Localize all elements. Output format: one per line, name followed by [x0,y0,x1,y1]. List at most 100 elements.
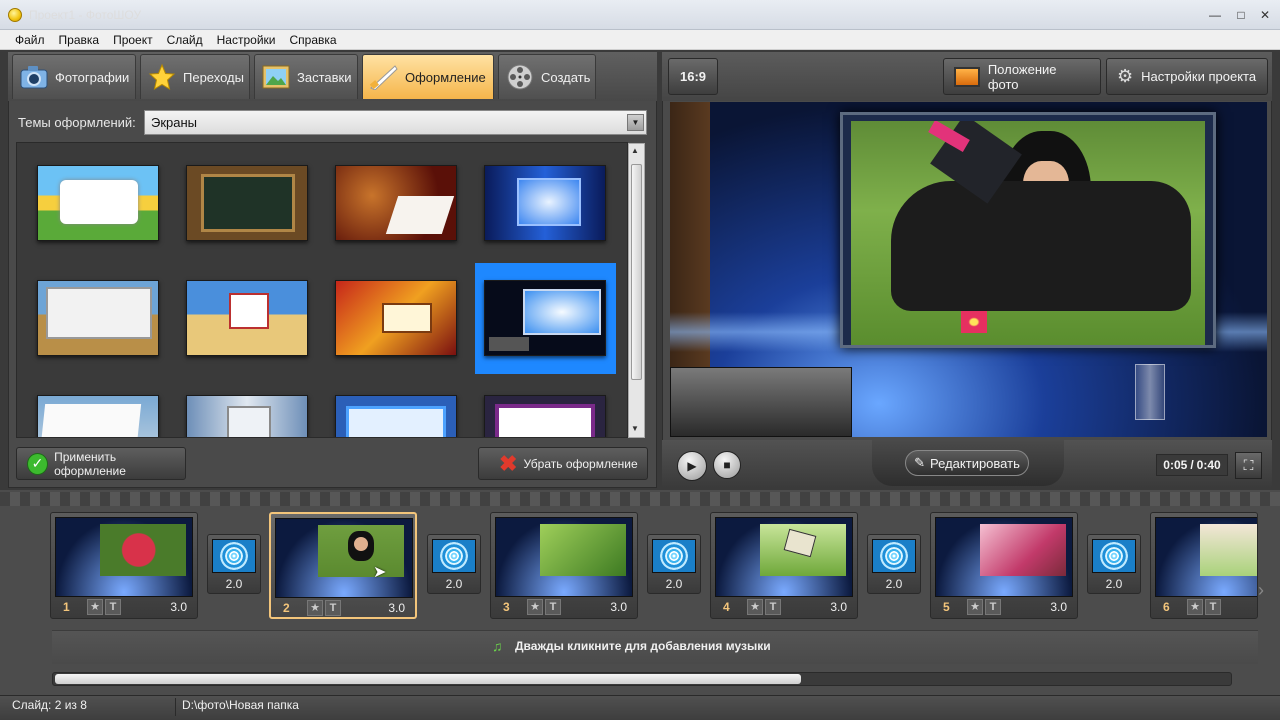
menu-settings[interactable]: Настройки [210,30,283,50]
theme-select[interactable]: Экраны ▼ [144,110,647,135]
text-icon[interactable]: T [105,599,121,615]
tab-transitions[interactable]: Переходы [140,54,250,99]
slide-thumbnail [935,517,1073,597]
transition-thumbnail [432,539,476,573]
theme-thumbnail[interactable] [37,165,159,241]
pencil-icon: ✎ [914,455,926,470]
photo-position-label: Положение фото [987,61,1057,92]
scrollbar-thumb[interactable] [55,674,801,684]
scroll-down-icon[interactable]: ▼ [631,424,639,433]
theme-thumbnail[interactable] [335,165,457,241]
menu-project[interactable]: Проект [106,30,160,50]
timeline-transition[interactable]: 2.0 [207,534,261,594]
theme-thumbnail[interactable] [186,165,308,241]
theme-select-value: Экраны [151,115,198,130]
timeline-slide[interactable]: 3 ★ T 3.0 [490,512,638,619]
theme-thumbnail[interactable] [484,395,606,437]
theme-thumbnail[interactable] [186,280,308,356]
tab-photos-label: Фотографии [55,69,130,85]
window-title: Проект1 - ФотоШОУ [29,8,142,22]
chevron-down-icon[interactable]: ▼ [627,114,644,131]
tab-create[interactable]: Создать [498,54,596,99]
slide-thumbnail [275,518,413,598]
transition-duration: 2.0 [225,577,243,591]
star-icon[interactable]: ★ [747,599,763,615]
transition-thumbnail [1092,539,1136,573]
timeline-slide[interactable]: 1 ★ T 3.0 [50,512,198,619]
timeline-transition[interactable]: 2.0 [427,534,481,594]
time-separator: / [1190,458,1194,472]
menu-help[interactable]: Справка [282,30,343,50]
transition-duration: 2.0 [445,577,463,591]
star-icon[interactable]: ★ [527,599,543,615]
star-icon[interactable]: ★ [87,599,103,615]
text-icon[interactable]: T [545,599,561,615]
aspect-ratio-button[interactable]: 16:9 [668,58,718,95]
star-icon[interactable]: ★ [307,600,323,616]
star-icon[interactable]: ★ [1187,599,1203,615]
aspect-ratio-label: 16:9 [679,69,707,84]
text-icon[interactable]: T [1205,599,1221,615]
edit-button[interactable]: ✎ Редактировать [905,450,1029,476]
film-reel-icon [505,62,535,92]
theme-thumbnail[interactable] [186,395,308,437]
remove-design-label: Убрать оформление [523,456,638,471]
tab-design[interactable]: Оформление [362,54,494,99]
star-icon[interactable]: ★ [967,599,983,615]
tab-intros-label: Заставки [297,69,352,85]
timeline-slide[interactable]: 5 ★ T 3.0 [930,512,1078,619]
title-bar [0,0,1280,30]
music-note-icon: ♫ [492,638,503,654]
apply-design-button[interactable]: ✓ Применить оформление [16,447,186,480]
menu-bar: Файл Правка Проект Слайд Настройки Справ… [0,30,1280,50]
apply-design-label: Применить оформление [54,449,126,478]
star-icon [147,62,177,92]
timeline-transition[interactable]: 2.0 [1087,534,1141,594]
timeline-transition[interactable]: 2.0 [867,534,921,594]
slide-duration: 3.0 [388,601,405,615]
text-icon[interactable]: T [325,600,341,616]
timeline-slide[interactable]: 4 ★ T 3.0 [710,512,858,619]
close-button[interactable]: ✕ [1254,6,1276,24]
theme-thumbnail[interactable] [335,280,457,356]
timeline-slide[interactable]: 6 ★ T [1150,512,1258,619]
menu-file[interactable]: Файл [8,30,52,50]
themes-scrollbar[interactable]: ▲ ▼ [628,143,645,438]
theme-thumbnail-selected[interactable] [484,280,606,356]
timeline-scrollbar[interactable] [52,672,1232,686]
photo-position-button[interactable]: Положение фото [943,58,1101,95]
play-icon[interactable]: ▶ [677,451,707,481]
themes-grid [16,142,628,438]
chevron-right-icon[interactable]: › [1258,580,1264,601]
brush-icon [369,62,399,92]
transition-duration: 2.0 [1105,577,1123,591]
slide-duration: 3.0 [610,600,627,614]
edit-label: Редактировать [930,455,1020,471]
minimize-button[interactable]: — [1204,6,1226,24]
tab-photos[interactable]: Фотографии [12,54,136,99]
menu-edit[interactable]: Правка [52,30,107,50]
theme-thumbnail[interactable] [335,395,457,437]
text-icon[interactable]: T [765,599,781,615]
transition-thumbnail [652,539,696,573]
slide-number: 5 [943,600,950,614]
app-smiley-icon [8,8,22,22]
transition-thumbnail [212,539,256,573]
theme-thumbnail[interactable] [37,280,159,356]
project-settings-button[interactable]: ⚙ Настройки проекта [1106,58,1268,95]
scroll-up-icon[interactable]: ▲ [631,146,639,155]
text-icon[interactable]: T [985,599,1001,615]
theme-thumbnail[interactable] [484,165,606,241]
fullscreen-icon[interactable]: ⛶ [1235,452,1262,479]
theme-thumbnail[interactable] [37,395,159,437]
maximize-button[interactable]: □ [1230,6,1252,24]
timeline-slide-active[interactable]: 2 ★ T 3.0 ➤ [269,512,417,619]
remove-design-button[interactable]: ✖ Убрать оформление [478,447,648,480]
timeline-transition[interactable]: 2.0 [647,534,701,594]
menu-slide[interactable]: Слайд [160,30,210,50]
stop-icon[interactable]: ■ [713,451,741,479]
project-settings-label: Настройки проекта [1141,69,1257,84]
scrollbar-thumb[interactable] [631,164,642,380]
tab-intros[interactable]: Заставки [254,54,358,99]
tab-transitions-label: Переходы [183,69,244,85]
